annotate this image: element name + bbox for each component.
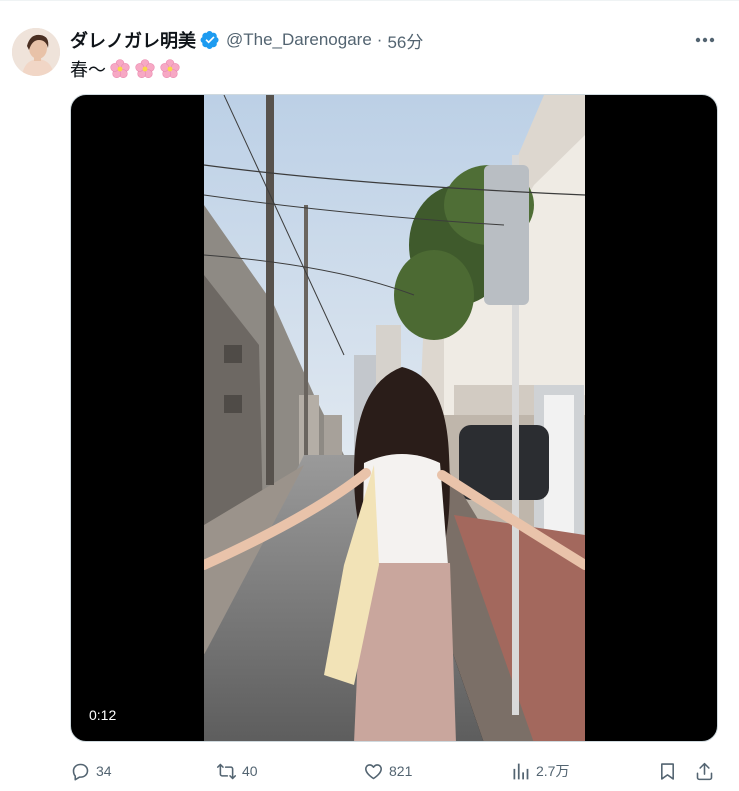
avatar-image: [12, 28, 60, 76]
blossom-icon: [134, 58, 156, 80]
post-time[interactable]: 56分: [387, 28, 423, 53]
views-button[interactable]: 2.7万: [510, 758, 569, 784]
blossom-icon: [109, 58, 131, 80]
display-name[interactable]: ダレノガレ明美: [70, 27, 196, 53]
post-header: ダレノガレ明美 @The_Darenogare · 56分: [70, 28, 423, 52]
bookmark-icon: [661, 762, 674, 780]
views-count: 2.7万: [536, 763, 570, 779]
verified-badge-icon: [200, 30, 220, 50]
repost-button[interactable]: 40: [216, 758, 258, 784]
reply-icon: [72, 763, 89, 781]
top-divider: [0, 0, 739, 1]
like-button[interactable]: 821: [363, 758, 412, 784]
post-text: 春〜: [70, 56, 181, 82]
like-count: 821: [389, 763, 413, 779]
action-bar: 34 40 821 2.7万: [70, 758, 718, 784]
bookmark-button[interactable]: [657, 758, 678, 784]
repost-count: 40: [242, 763, 258, 779]
avatar[interactable]: [12, 28, 60, 76]
reply-count: 34: [96, 763, 112, 779]
blossom-icon: [159, 58, 181, 80]
video-frame-image: [204, 95, 585, 741]
video-player[interactable]: 0:12: [70, 94, 718, 742]
header-separator: ·: [376, 30, 383, 49]
video-duration: 0:12: [89, 707, 117, 723]
views-icon: [513, 763, 529, 779]
post-text-body: 春〜: [70, 60, 106, 80]
share-icon: [696, 762, 713, 780]
repost-icon: [216, 763, 237, 779]
more-icon[interactable]: [693, 30, 717, 50]
share-button[interactable]: [694, 758, 715, 784]
like-icon: [365, 763, 382, 779]
user-handle[interactable]: @The_Darenogare: [226, 30, 372, 50]
blossom-emoji-group: [109, 58, 181, 80]
reply-button[interactable]: 34: [70, 758, 112, 784]
